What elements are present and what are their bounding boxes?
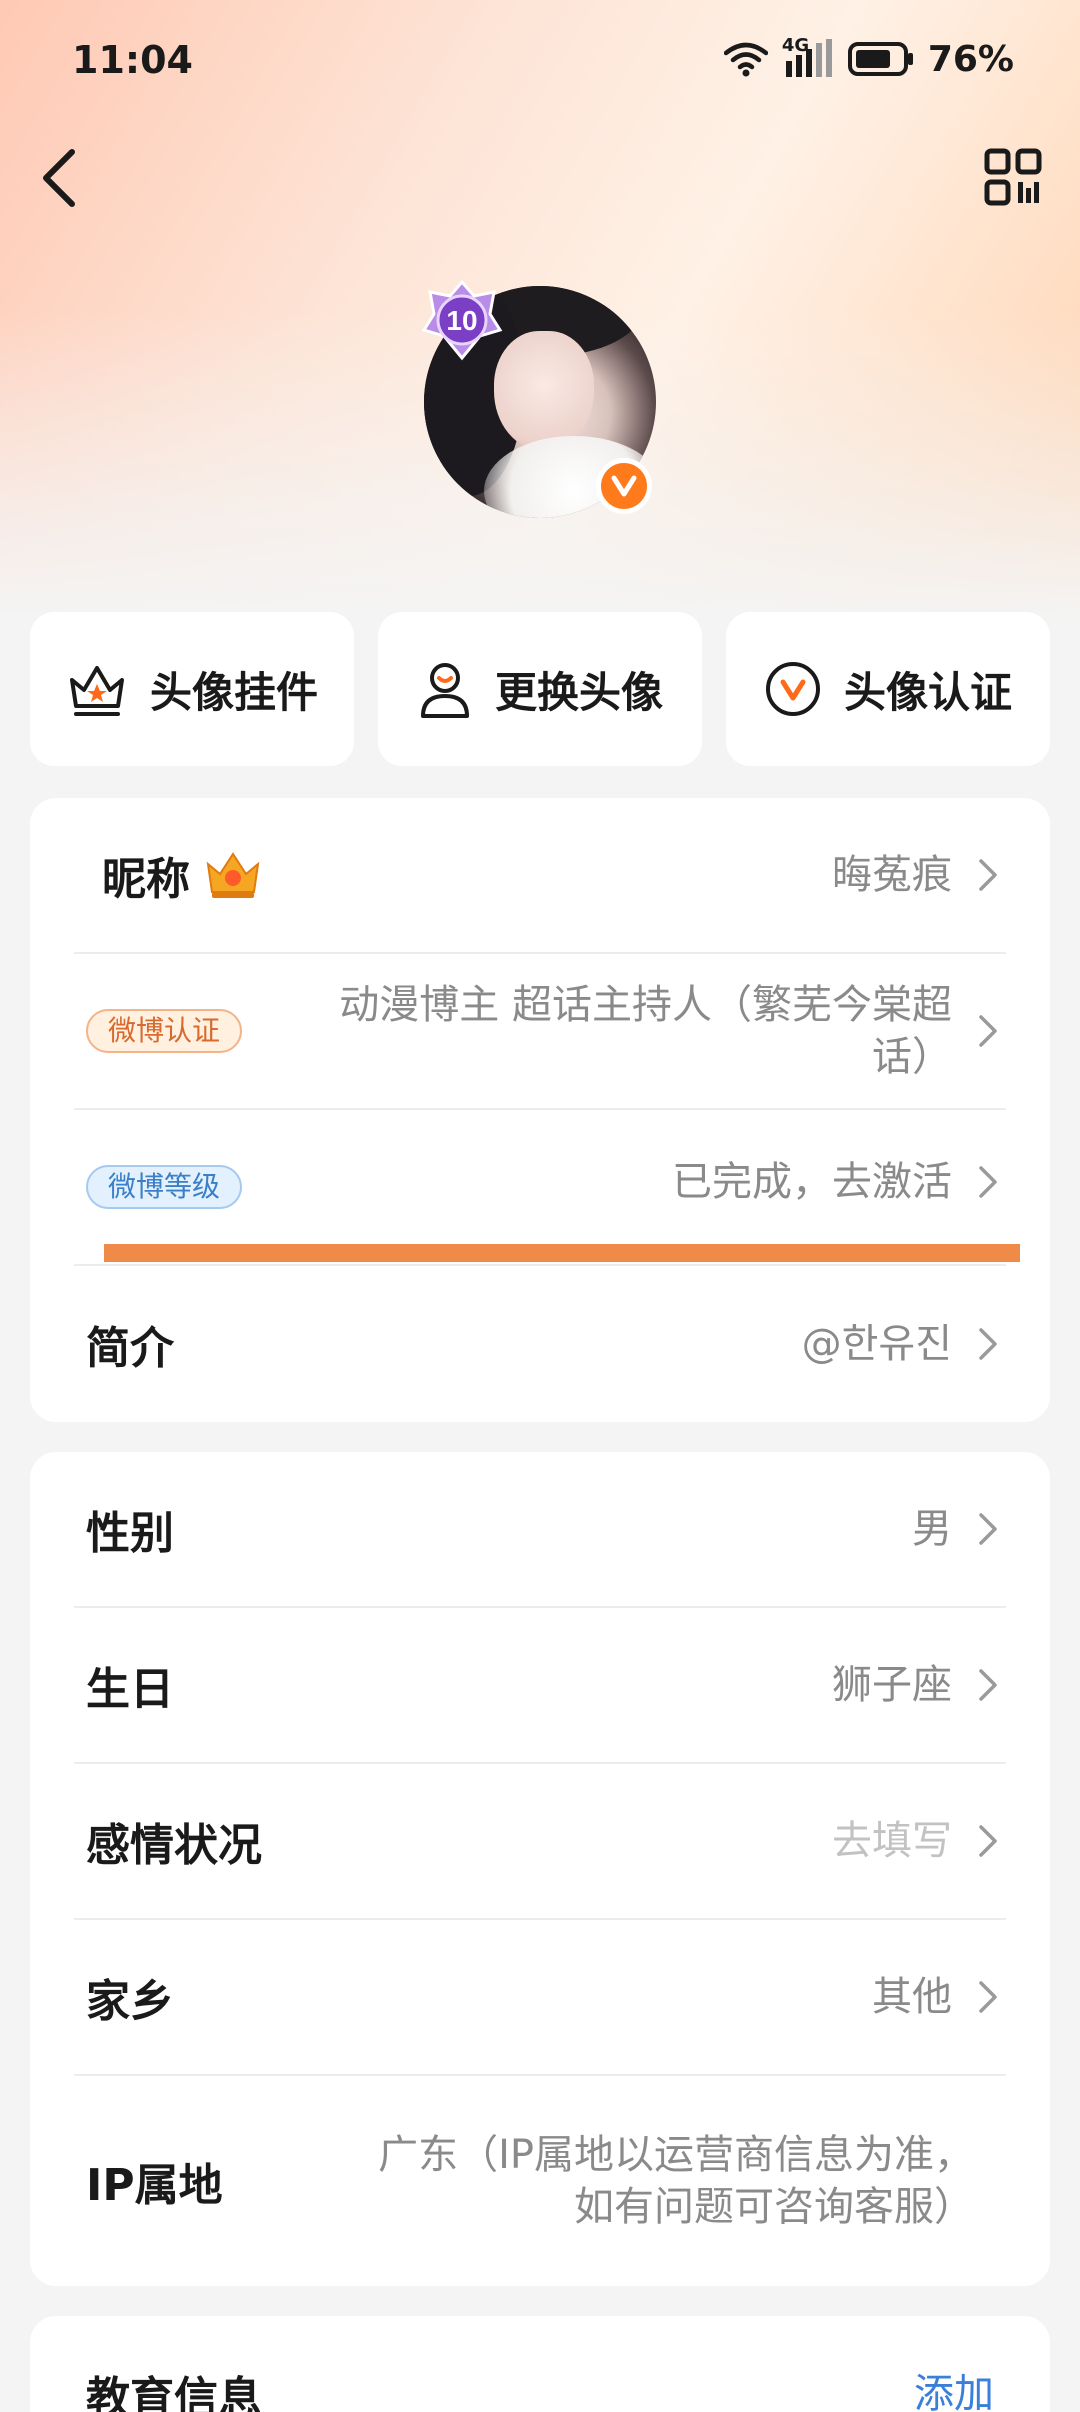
gender-label: 性别	[86, 1508, 174, 1559]
ip-location-line2: 如有问题可咨询客服）	[574, 2184, 974, 2230]
crown-outline-icon	[69, 666, 124, 716]
avatar-actions: 头像挂件 更换头像 头像认证	[30, 612, 1050, 766]
intro-label: 简介	[86, 1323, 174, 1374]
verified-badge-icon	[596, 458, 652, 514]
education-add-button[interactable]: 添加	[914, 2368, 994, 2412]
education-label: 教育信息	[86, 2373, 262, 2412]
birthday-value: 狮子座	[832, 1662, 952, 1708]
chevron-right-icon	[979, 1015, 997, 1047]
hometown-row[interactable]: 家乡 其他	[74, 1920, 1006, 2076]
chevron-left-icon	[43, 149, 75, 207]
action-label: 头像挂件	[149, 667, 318, 717]
certification-value-line1: 动漫博主 超话主持人（繁芜今棠超	[339, 982, 952, 1028]
battery-icon	[847, 42, 913, 76]
info-card: 性别 男 生日 狮子座 感情状况 去填写 家乡 其他 IP属地 广东（IP属地以…	[30, 1452, 1050, 2286]
profile-edit-page: 11:04 4G 76% 10 头像挂件 更换头像 头像认证 昵称 晦菟痕 微博…	[0, 0, 1080, 2412]
verified-circle-icon	[765, 662, 820, 716]
battery-percent: 76%	[927, 38, 1014, 80]
avatar-verify-button[interactable]: 头像认证	[726, 612, 1050, 766]
chevron-right-icon	[979, 1513, 997, 1545]
certification-value-line2: 话）	[872, 1034, 952, 1080]
hometown-value: 其他	[872, 1974, 952, 2020]
person-outline-icon	[420, 663, 469, 718]
nickname-label: 昵称	[102, 854, 190, 905]
chevron-right-icon	[979, 1825, 997, 1857]
chevron-right-icon	[979, 859, 997, 891]
action-label: 头像认证	[843, 667, 1012, 717]
intro-value: @한유진	[801, 1321, 952, 1367]
level-row[interactable]: 微博等级 已完成，去激活	[74, 1110, 1006, 1266]
back-button[interactable]	[36, 146, 86, 210]
hometown-label: 家乡	[86, 1976, 174, 2027]
weibo-certification-tag: 微博认证	[86, 1009, 243, 1053]
ip-location-value: 广东（IP属地以运营商信息为准， 如有问题可咨询客服）	[378, 2129, 974, 2233]
nickname-row[interactable]: 昵称 晦菟痕	[74, 798, 1006, 954]
birthday-label: 生日	[86, 1664, 174, 1715]
level-value: 已完成，去激活	[672, 1159, 952, 1205]
intro-row[interactable]: 简介 @한유진	[74, 1266, 1006, 1422]
wifi-icon	[723, 42, 768, 77]
relationship-value: 去填写	[832, 1818, 952, 1864]
qr-code-icon	[984, 148, 1042, 206]
crown-badge-icon	[206, 852, 260, 898]
ip-location-row: IP属地 广东（IP属地以运营商信息为准， 如有问题可咨询客服）	[74, 2076, 1006, 2286]
status-time: 11:04	[72, 38, 193, 82]
svg-text:10: 10	[446, 305, 477, 336]
education-row[interactable]: 教育信息 添加	[74, 2316, 1006, 2412]
chevron-right-icon	[979, 1328, 997, 1360]
avatar-pendant-button[interactable]: 头像挂件	[30, 612, 354, 766]
change-avatar-button[interactable]: 更换头像	[378, 612, 702, 766]
profile-card: 昵称 晦菟痕 微博认证 动漫博主 超话主持人（繁芜今棠超 话） 微博等级 已完成…	[30, 798, 1050, 1422]
ip-location-line1: 广东（IP属地以运营商信息为准，	[378, 2132, 974, 2178]
relationship-label: 感情状况	[86, 1820, 262, 1871]
chevron-right-icon	[979, 1669, 997, 1701]
qr-code-button[interactable]	[984, 148, 1042, 206]
ip-location-label: IP属地	[86, 2160, 223, 2211]
signal-icon: 4G	[782, 35, 834, 79]
education-card: 教育信息 添加	[30, 2316, 1050, 2412]
nickname-value: 晦菟痕	[832, 852, 952, 898]
birthday-row[interactable]: 生日 狮子座	[74, 1608, 1006, 1764]
gender-row[interactable]: 性别 男	[74, 1452, 1006, 1608]
certification-row[interactable]: 微博认证 动漫博主 超话主持人（繁芜今棠超 话）	[74, 954, 1006, 1110]
chevron-right-icon	[979, 1981, 997, 2013]
weibo-level-tag: 微博等级	[86, 1165, 243, 1209]
certification-value: 动漫博主 超话主持人（繁芜今棠超 话）	[339, 979, 952, 1083]
relationship-row[interactable]: 感情状况 去填写	[74, 1764, 1006, 1920]
level-badge-icon: 10	[421, 279, 503, 361]
gender-value: 男	[912, 1506, 952, 1552]
chevron-right-icon	[979, 1166, 997, 1198]
action-label: 更换头像	[494, 667, 663, 717]
avatar-container[interactable]: 10	[421, 279, 656, 518]
annotation-bar	[104, 1244, 1020, 1262]
status-icons: 4G 76%	[723, 35, 1014, 82]
